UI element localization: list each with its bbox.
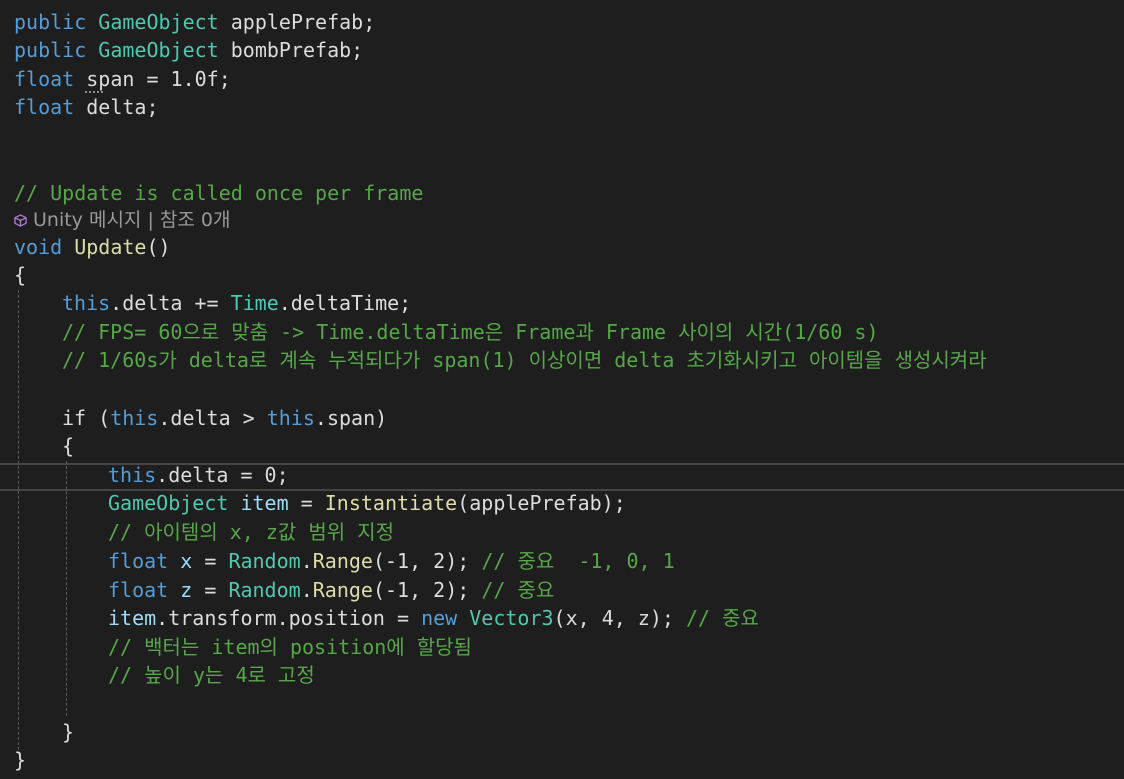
type-name: GameObject — [98, 10, 219, 34]
code-text: .delta > — [158, 406, 267, 430]
comment-line[interactable]: // 백터는 item의 position에 할당됨 — [108, 633, 472, 661]
code-text: ( — [86, 406, 111, 430]
code-text: = — [192, 578, 229, 602]
keyword: float — [14, 67, 75, 91]
code-text: .delta = 0; — [156, 463, 289, 487]
variable-name: item — [108, 606, 157, 630]
keyword: float — [108, 549, 169, 573]
code-text: (-1, 2); — [372, 578, 470, 602]
type-name: Time — [230, 291, 279, 315]
unity-cube-icon — [14, 214, 27, 227]
code-line[interactable]: GameObject item = Instantiate(applePrefa… — [108, 489, 626, 517]
variable-name: x — [168, 549, 193, 573]
inline-comment: // 중요 -1, 0, 1 — [469, 549, 675, 573]
comment-line[interactable]: // Update is called once per frame — [14, 179, 423, 207]
code-text: bombPrefab; — [218, 38, 364, 62]
keyword: this — [108, 463, 157, 487]
code-line[interactable]: } — [14, 746, 26, 774]
codelens[interactable]: Unity 메시지 | 참조 0개 — [14, 206, 230, 234]
indent-guide — [18, 290, 19, 755]
code-text: .span) — [314, 406, 388, 430]
method-name: Instantiate — [324, 491, 458, 515]
code-line[interactable]: } — [62, 718, 74, 746]
method-name: Range — [312, 578, 373, 602]
code-line[interactable]: item.transform.position = new Vector3(x,… — [108, 604, 759, 632]
field-name: span — [74, 67, 135, 91]
keyword: new — [421, 606, 458, 630]
code-line[interactable]: void Update() — [14, 233, 171, 261]
code-text: . — [300, 578, 313, 602]
keyword-if: if — [62, 406, 87, 430]
code-line[interactable]: public GameObject bombPrefab; — [14, 36, 363, 64]
code-line[interactable]: if (this.delta > this.span) — [62, 404, 387, 432]
comment-line[interactable]: // 1/60s가 delta로 계속 누적되다가 span(1) 이상이면 d… — [62, 346, 987, 374]
code-line[interactable]: { — [62, 432, 74, 460]
code-line[interactable]: float z = Random.Range(-1, 2); // 중요 — [108, 576, 554, 604]
code-text: () — [146, 235, 171, 259]
code-text: = 1.0f; — [134, 67, 231, 91]
code-line[interactable]: float span = 1.0f; — [14, 65, 231, 93]
keyword: void — [14, 235, 63, 259]
code-line[interactable]: float x = Random.Range(-1, 2); // 중요 -1,… — [108, 547, 675, 575]
variable-name: z — [168, 578, 193, 602]
code-text: .deltaTime; — [278, 291, 412, 315]
code-text: delta; — [74, 95, 159, 119]
code-text: (x, 4, z); — [553, 606, 674, 630]
code-editor[interactable]: public GameObject applePrefab; public Ga… — [0, 0, 1124, 779]
code-text: (applePrefab); — [457, 491, 626, 515]
keyword: float — [14, 95, 75, 119]
code-line[interactable]: float delta; — [14, 93, 159, 121]
code-line[interactable]: this.delta = 0; — [108, 461, 289, 489]
keyword: float — [108, 578, 169, 602]
keyword: this — [266, 406, 315, 430]
code-line[interactable]: { — [14, 261, 26, 289]
method-name: Range — [312, 549, 373, 573]
code-line[interactable]: this.delta += Time.deltaTime; — [62, 289, 411, 317]
code-text: = — [192, 549, 229, 573]
codelens-text[interactable]: Unity 메시지 | 참조 0개 — [33, 209, 230, 231]
keyword: this — [62, 291, 111, 315]
code-text: .delta += — [110, 291, 231, 315]
method-name: Update — [74, 235, 147, 259]
keyword: public — [14, 38, 87, 62]
inline-comment: // 중요 — [673, 606, 759, 630]
comment-line[interactable]: // FPS= 60으로 맞춤 -> Time.deltaTime은 Frame… — [62, 318, 879, 346]
indent-guide — [66, 461, 67, 716]
type-name: Vector3 — [457, 606, 554, 630]
code-line[interactable]: public GameObject applePrefab; — [14, 8, 375, 36]
code-text: = — [288, 491, 325, 515]
type-name: GameObject — [108, 491, 229, 515]
code-text: .transform.position = — [156, 606, 422, 630]
type-name: Random — [228, 578, 301, 602]
comment-line[interactable]: // 높이 y는 4로 고정 — [108, 661, 315, 689]
comment-line[interactable]: // 아이템의 x, z값 범위 지정 — [108, 518, 394, 546]
keyword: this — [110, 406, 159, 430]
code-text: . — [300, 549, 313, 573]
keyword: public — [14, 10, 87, 34]
variable-name: item — [228, 491, 289, 515]
type-name: GameObject — [98, 38, 219, 62]
code-text: (-1, 2); — [372, 549, 470, 573]
code-text: applePrefab; — [218, 10, 376, 34]
inline-comment: // 중요 — [469, 578, 555, 602]
type-name: Random — [228, 549, 301, 573]
